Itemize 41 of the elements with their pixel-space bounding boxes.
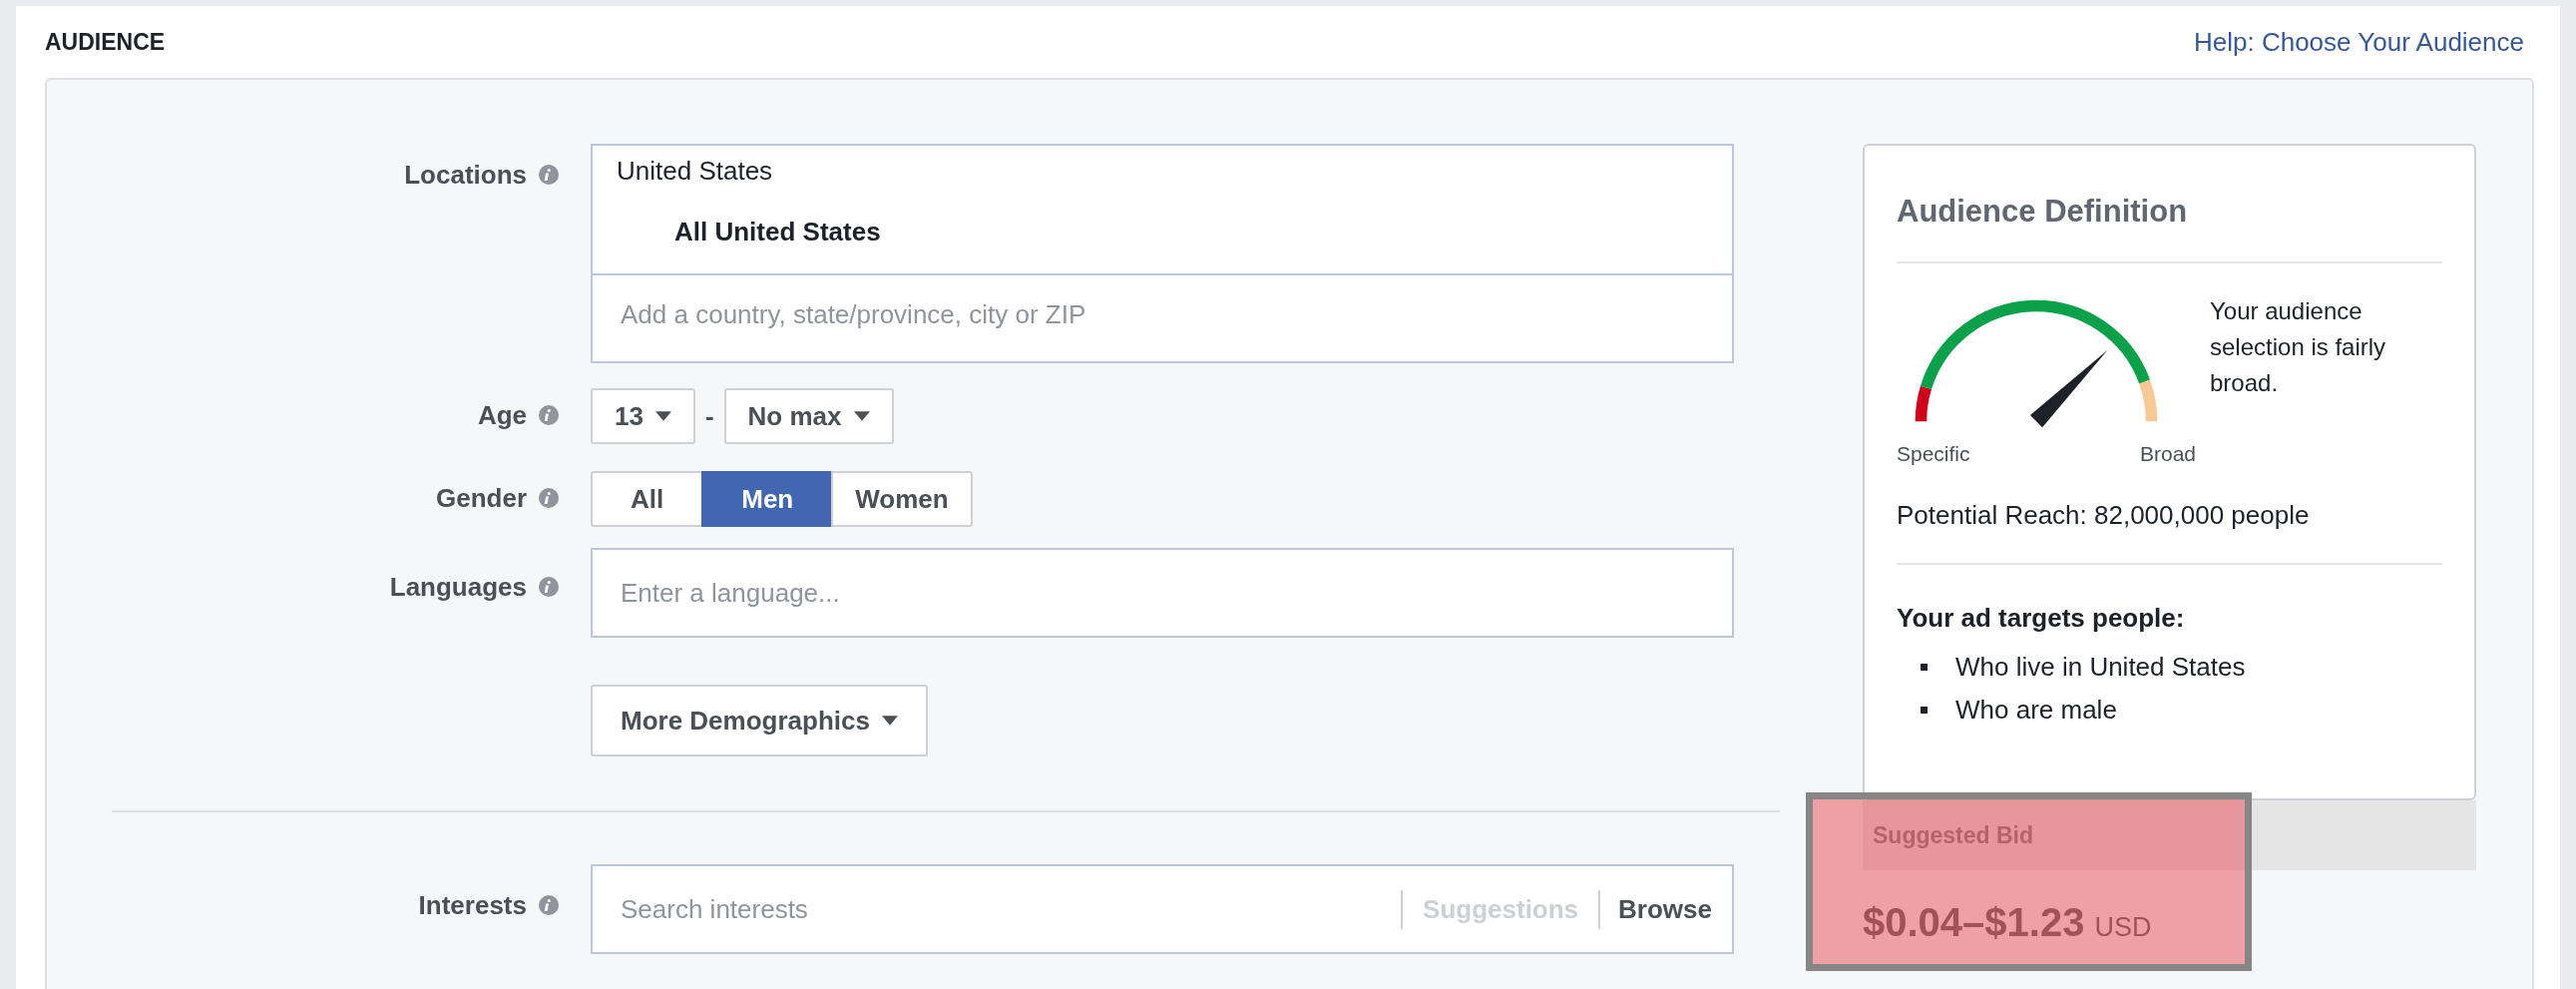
currency: USD bbox=[2094, 912, 2152, 943]
location-scope[interactable]: All United States bbox=[617, 217, 1708, 247]
age-max-dropdown[interactable]: No max bbox=[723, 388, 894, 444]
more-demographics-button[interactable]: More Demographics bbox=[591, 685, 928, 756]
info-icon[interactable] bbox=[539, 488, 559, 508]
age-min-dropdown[interactable]: 13 bbox=[591, 388, 695, 444]
gauge-max-label: Broad bbox=[2139, 442, 2196, 466]
info-icon[interactable] bbox=[539, 405, 559, 425]
field-label: Gender bbox=[435, 483, 527, 514]
section-title: AUDIENCE bbox=[45, 28, 166, 56]
interests-placeholder: Search interests bbox=[621, 893, 809, 925]
gauge-min-label: Specific bbox=[1897, 442, 1970, 466]
field-label: Languages bbox=[389, 572, 527, 603]
targets-heading: Your ad targets people: bbox=[1897, 602, 2186, 635]
gender-option[interactable]: Men bbox=[701, 471, 834, 527]
bullet-icon bbox=[1921, 707, 1928, 714]
caret-icon bbox=[881, 716, 898, 726]
caret-icon bbox=[654, 411, 671, 421]
target-item: Who live in United States bbox=[1955, 652, 2246, 683]
potential-reach: Potential Reach: 82,000,000 people bbox=[1897, 499, 2311, 532]
info-icon[interactable] bbox=[539, 165, 559, 185]
field-label: Interests bbox=[418, 890, 527, 921]
location-placeholder: Add a country, state/province, city or ZIP bbox=[621, 299, 1086, 329]
field-label: Age bbox=[477, 400, 527, 431]
help-link[interactable]: Help: Choose Your Audience bbox=[2193, 26, 2524, 58]
locations-field[interactable]: United States All United States Add a country, state/province, city or ZIP bbox=[591, 144, 1734, 363]
target-item: Who are male bbox=[1955, 695, 2117, 726]
caret-icon bbox=[853, 411, 870, 421]
bullet-icon bbox=[1921, 664, 1928, 671]
gender-option[interactable]: All bbox=[591, 471, 704, 527]
field-label: Locations bbox=[404, 160, 527, 191]
info-icon[interactable] bbox=[539, 895, 559, 915]
gender-option[interactable]: Women bbox=[831, 471, 973, 527]
age-separator: - bbox=[704, 400, 714, 432]
audience-description: Your audience selection is fairly broad. bbox=[2210, 296, 2387, 398]
card-title: Audience Definition bbox=[1897, 193, 2189, 231]
selected-location: United States bbox=[617, 156, 774, 187]
info-icon[interactable] bbox=[539, 577, 559, 597]
browse-link[interactable]: Browse bbox=[1600, 893, 1712, 925]
bid-range: $0.04–$1.23 bbox=[1863, 900, 2085, 945]
language-field[interactable]: Enter a language... bbox=[591, 548, 1734, 638]
